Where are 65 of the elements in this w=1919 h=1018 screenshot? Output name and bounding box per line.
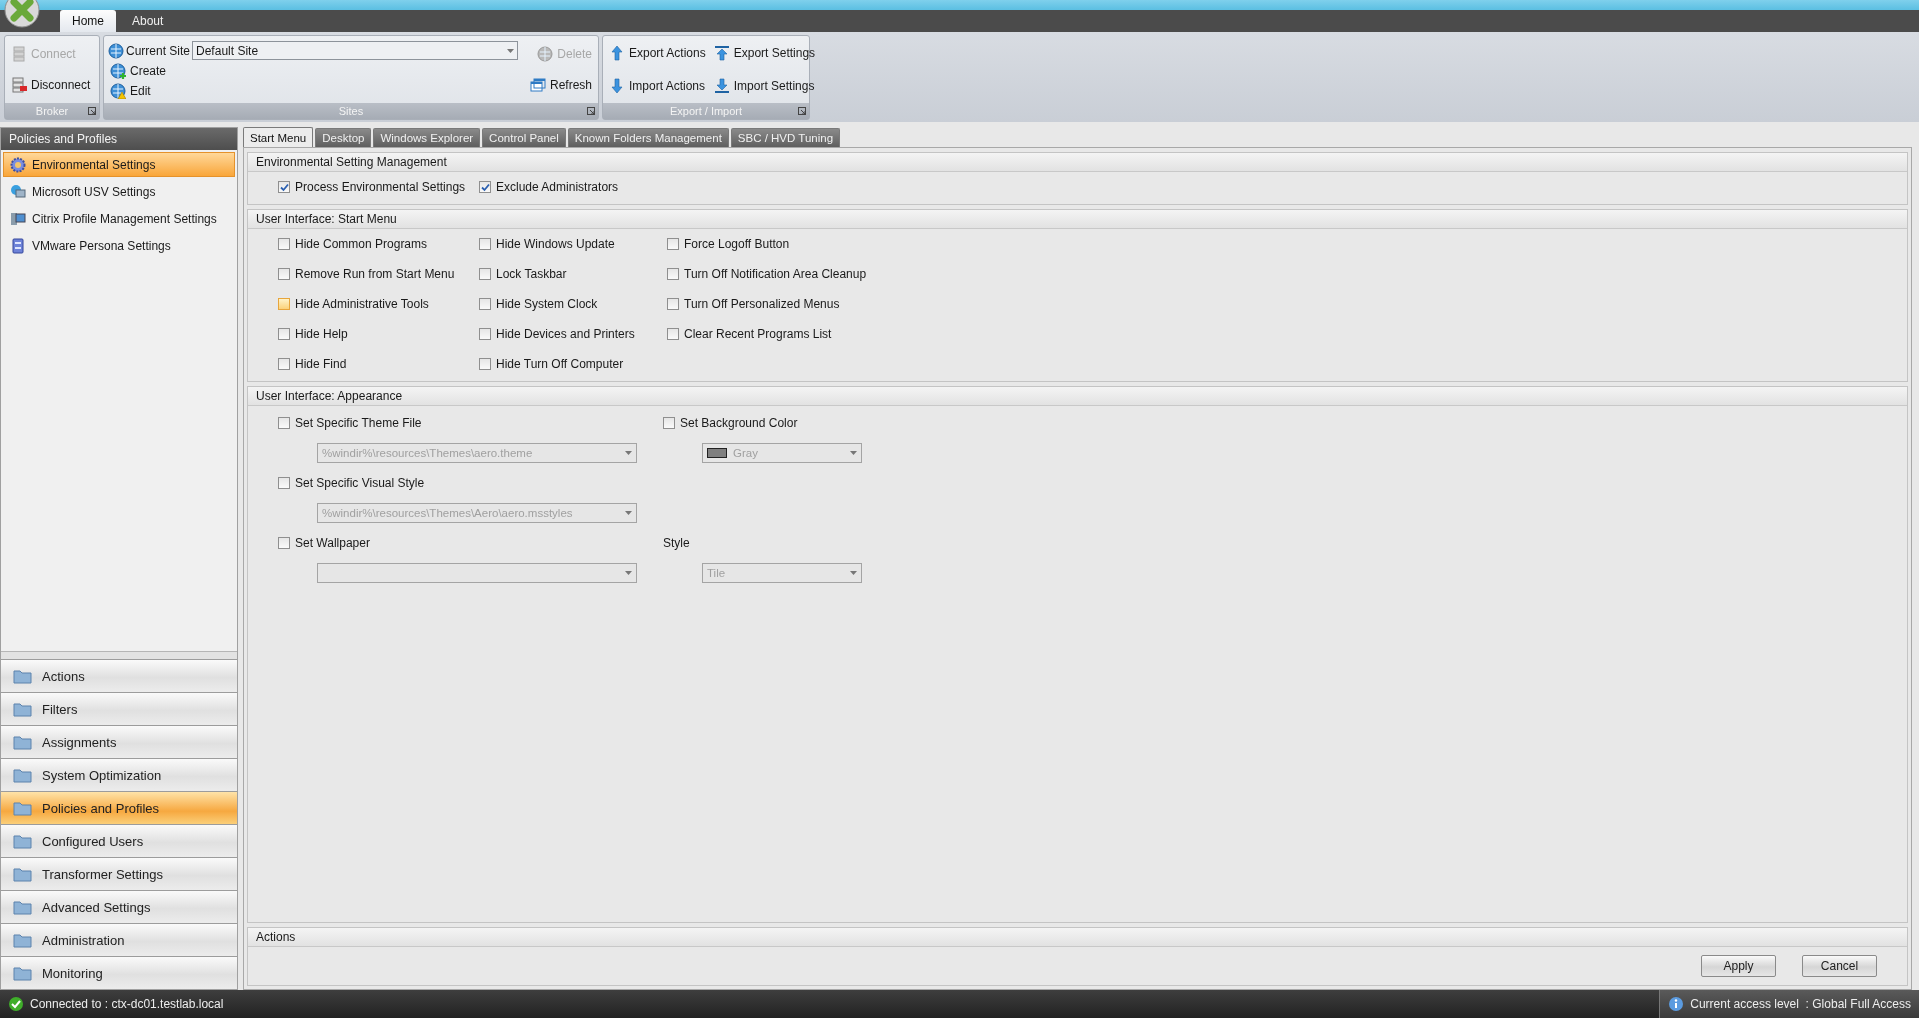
checkbox[interactable]: Hide Devices and Printers [479,319,667,349]
nav-button[interactable]: Assignments [1,725,237,758]
checkbox[interactable]: Hide System Clock [479,289,667,319]
section-header: Actions [248,928,1907,947]
nav-button[interactable]: Transformer Settings [1,857,237,890]
sidebar-item[interactable]: Environmental Settings [3,152,235,177]
group-title: Broker [35,105,69,117]
section-header: Environmental Setting Management [248,153,1907,172]
checkbox[interactable]: Hide Help [278,319,479,349]
checkbox[interactable]: Hide Find [278,349,479,379]
section-header: User Interface: Appearance [248,387,1907,406]
sidebar-item[interactable]: VMware Persona Settings [3,233,235,258]
checkbox[interactable]: Turn Off Personalized Menus [667,289,927,319]
checkbox[interactable]: Hide Turn Off Computer [479,349,667,379]
access-level-status: Current access level : Global Full Access [1690,997,1911,1011]
checkbox[interactable]: Clear Recent Programs List [667,319,927,349]
nav-button[interactable]: Actions [1,659,237,692]
ribbon-button[interactable]: Import Settings [711,77,818,96]
section-header: User Interface: Start Menu [248,210,1907,229]
ribbon-tab[interactable]: Home [60,10,116,32]
checkbox[interactable]: Lock Taskbar [479,259,667,289]
tab[interactable]: Control Panel [482,128,566,147]
field-label: Style [663,535,691,552]
sidebar-item[interactable]: Microsoft USV Settings [3,179,235,204]
tab[interactable]: SBC / HVD Tuning [730,128,841,147]
checkbox[interactable]: Set Specific Theme File [278,408,663,438]
ribbon-button[interactable]: Import Actions [607,77,708,96]
nav-button[interactable]: Configured Users [1,824,237,857]
tab[interactable]: Known Folders Management [567,128,729,147]
site-dropdown[interactable]: Default Site [192,41,519,60]
checkbox[interactable]: Hide Common Programs [278,229,479,259]
ribbon-button[interactable]: Disconnect [9,75,93,94]
nav-button[interactable]: Policies and Profiles [1,791,237,824]
checkbox[interactable]: Set Wallpaper [278,528,663,558]
tab[interactable]: Desktop [315,128,372,147]
checkbox[interactable]: Force Logoff Button [667,229,927,259]
nav-button[interactable]: System Optimization [1,758,237,791]
nav-button[interactable]: Monitoring [1,956,237,989]
dialog-button[interactable]: Cancel [1802,955,1877,977]
checkbox[interactable]: Hide Administrative Tools [278,289,479,319]
checkbox[interactable]: Process Environmental Settings [278,172,479,202]
nav-button[interactable]: Administration [1,923,237,956]
group-title: Export / Import [669,105,743,117]
ribbon-tab[interactable]: About [120,10,176,32]
checkbox[interactable]: Turn Off Notification Area Cleanup [667,259,927,289]
checkbox[interactable]: Hide Windows Update [479,229,667,259]
dialog-button[interactable]: Apply [1701,955,1776,977]
ribbon-button[interactable]: Create [108,62,169,80]
tab[interactable]: Windows Explorer [373,128,481,147]
ribbon-button[interactable]: Refresh [527,75,594,94]
nav-button[interactable]: Advanced Settings [1,890,237,923]
checkbox[interactable]: Set Background Color [663,408,923,438]
ribbon-button[interactable]: Export Actions [607,43,708,62]
connection-status: Connected to : ctx-dc01.testlab.local [30,997,224,1011]
panel-header: Policies and Profiles [1,128,237,150]
checkbox[interactable]: Set Specific Visual Style [278,468,663,498]
current-site-label: Current Site [126,43,191,58]
nav-button[interactable]: Filters [1,692,237,725]
sidebar-item[interactable]: Citrix Profile Management Settings [3,206,235,231]
group-title: Sites [338,105,364,117]
ribbon-button[interactable]: Export Settings [711,43,818,62]
checkbox[interactable]: Remove Run from Start Menu [278,259,479,289]
ribbon-button[interactable]: Edit [108,82,153,100]
checkbox[interactable]: Exclude Administrators [479,172,667,202]
tab[interactable]: Start Menu [243,127,314,147]
